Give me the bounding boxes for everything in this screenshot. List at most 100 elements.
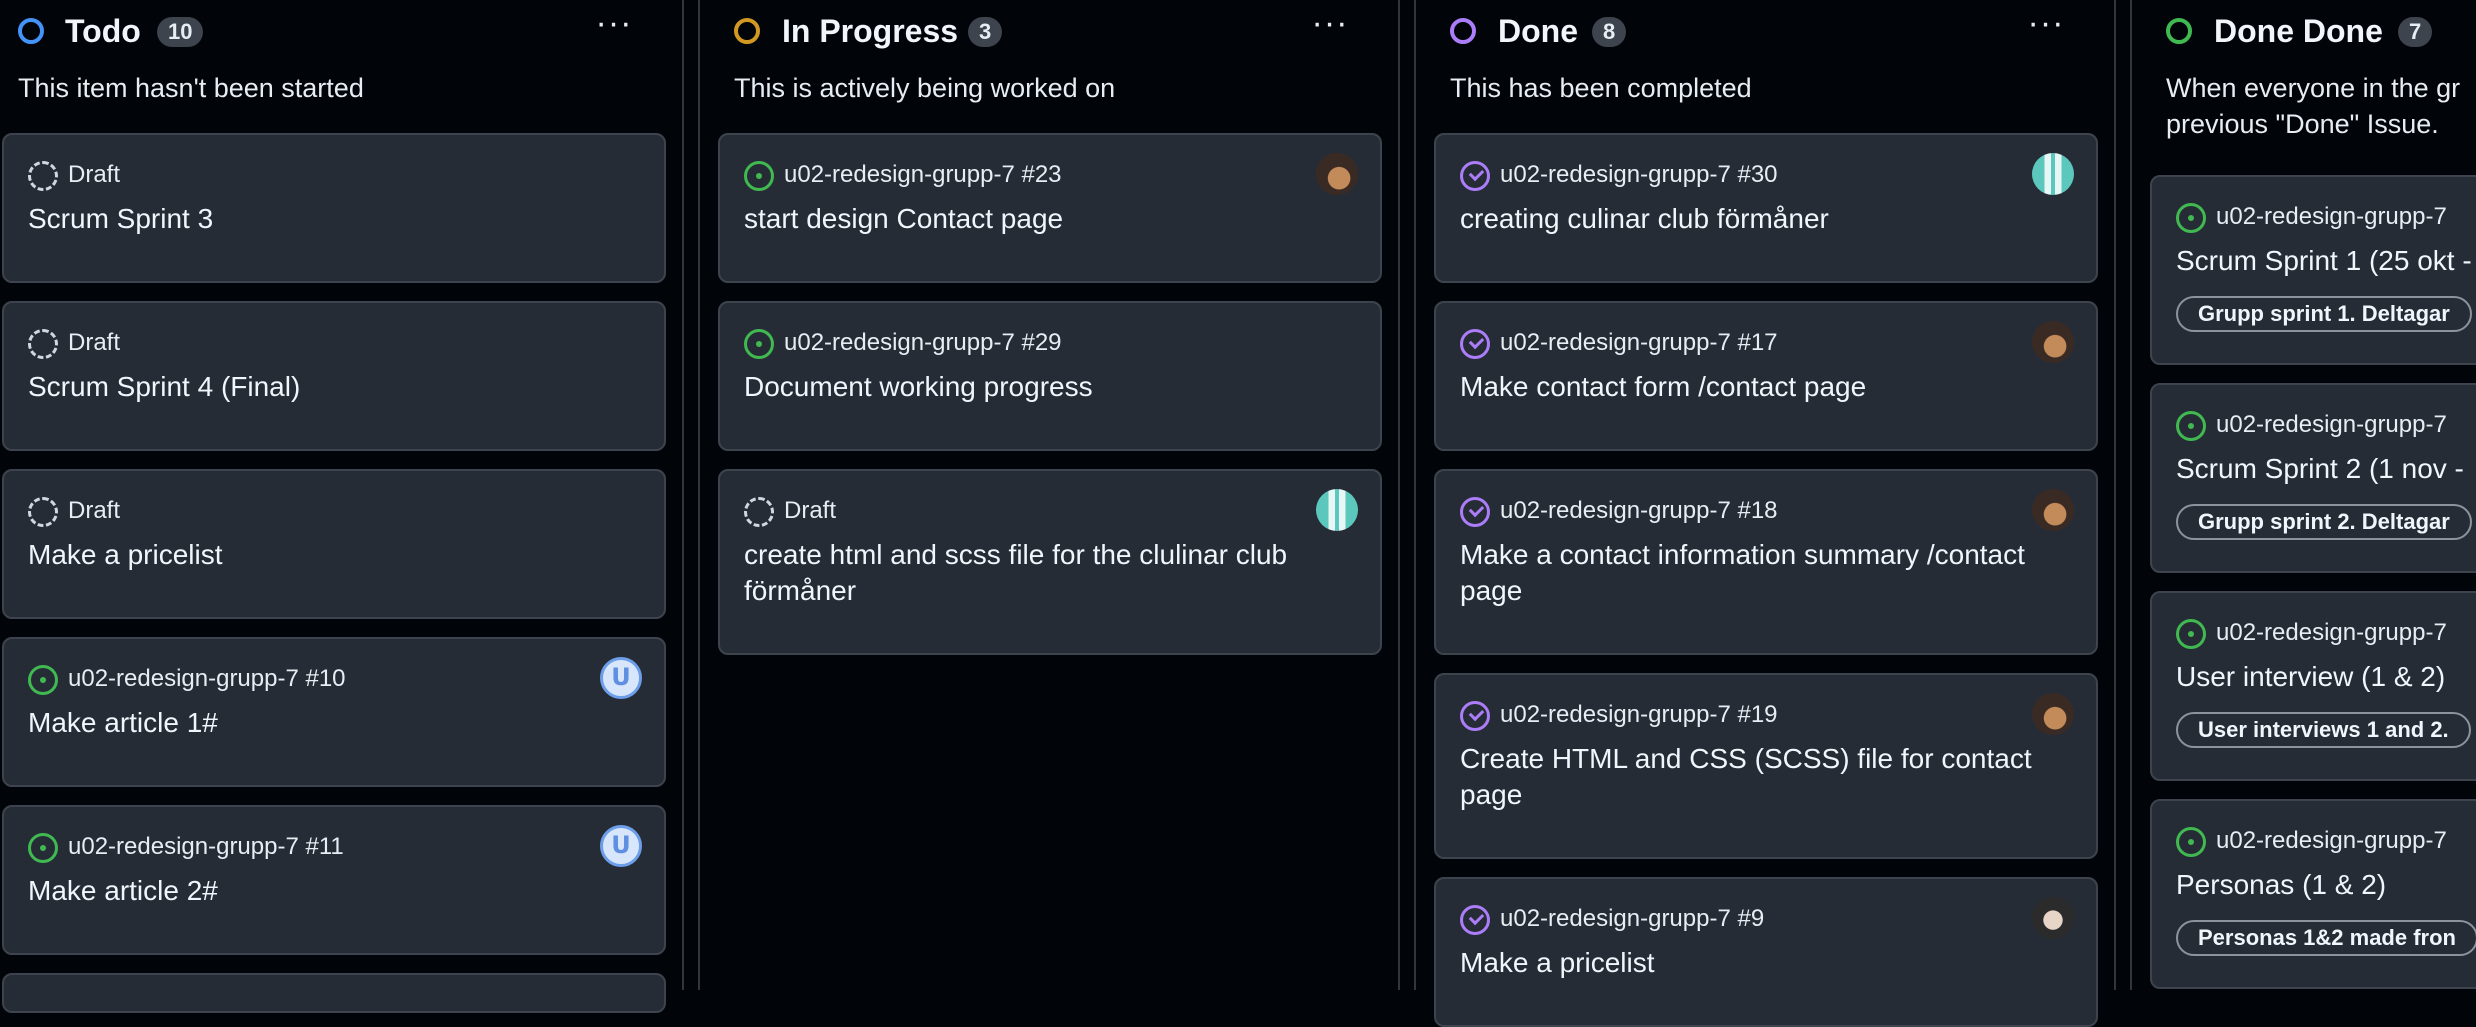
column-todo: Todo 10 ··· This item hasn't been starte…: [0, 0, 680, 1013]
card-meta[interactable]: u02-redesign-grupp-7 #9: [1500, 903, 1764, 935]
card-meta[interactable]: u02-redesign-grupp-7 #30: [1500, 159, 1778, 191]
assignee-avatar[interactable]: [2032, 321, 2074, 363]
column-divider: [2114, 0, 2116, 990]
card[interactable]: u02-redesign-grupp-7 #17 Make contact fo…: [1434, 301, 2098, 451]
card-title[interactable]: Scrum Sprint 4 (Final): [28, 369, 640, 405]
card-title[interactable]: Personas (1 & 2): [2176, 867, 2476, 903]
draft-icon: [744, 497, 774, 527]
card-title[interactable]: Make a contact information summary /cont…: [1460, 537, 2072, 609]
card-label[interactable]: Personas 1&2 made fron: [2176, 920, 2476, 956]
card-title[interactable]: Make a pricelist: [28, 537, 640, 573]
card-meta[interactable]: u02-redesign-grupp-7: [2216, 201, 2447, 233]
card[interactable]: u02-redesign-grupp-7 #23 start design Co…: [718, 133, 1382, 283]
column-description: This item hasn't been started: [18, 73, 364, 103]
item-count-badge: 7: [2398, 17, 2433, 47]
column-title: Todo: [65, 13, 141, 49]
column-header: Todo 10 ···: [0, 0, 680, 70]
item-count-badge: 3: [968, 17, 1003, 47]
column-header: Done 8 ···: [1416, 0, 2112, 70]
card[interactable]: u02-redesign-grupp-7 #9 Make a pricelist: [1434, 877, 2098, 1027]
card-meta[interactable]: u02-redesign-grupp-7 #10: [68, 663, 346, 695]
card-meta[interactable]: u02-redesign-grupp-7 #29: [784, 327, 1062, 359]
column-header: Done Done 7: [2132, 0, 2476, 70]
column-menu-button[interactable]: ···: [2026, 6, 2066, 44]
closed-issue-icon: [1460, 161, 1490, 191]
card-meta[interactable]: u02-redesign-grupp-7: [2216, 825, 2447, 857]
column-header: In Progress 3 ···: [700, 0, 1396, 70]
card[interactable]: [2, 973, 666, 1013]
assignee-avatar[interactable]: [1316, 153, 1358, 195]
status-circle-icon: [1450, 18, 1476, 44]
card-meta: Draft: [784, 497, 837, 524]
draft-icon: [28, 497, 58, 527]
status-circle-icon: [2166, 18, 2192, 44]
card-title[interactable]: Scrum Sprint 3: [28, 201, 640, 237]
card-title[interactable]: Make article 2#: [28, 873, 640, 909]
card[interactable]: u02-redesign-grupp-7 #19 Create HTML and…: [1434, 673, 2098, 859]
card-title[interactable]: Make article 1#: [28, 705, 640, 741]
card-meta[interactable]: u02-redesign-grupp-7 #11: [68, 831, 344, 863]
open-issue-icon: [2176, 619, 2206, 649]
card[interactable]: u02-redesign-grupp-7 Personas (1 & 2) Pe…: [2150, 799, 2476, 989]
card[interactable]: u02-redesign-grupp-7 Scrum Sprint 1 (25 …: [2150, 175, 2476, 365]
card-title[interactable]: start design Contact page: [744, 201, 1356, 237]
card[interactable]: u02-redesign-grupp-7 #11 Make article 2#: [2, 805, 666, 955]
card-title[interactable]: create html and scss file for the clulin…: [744, 537, 1356, 609]
column-description: This is actively being worked on: [734, 73, 1116, 103]
assignee-avatar[interactable]: [2032, 153, 2074, 195]
card[interactable]: u02-redesign-grupp-7 #10 Make article 1#: [2, 637, 666, 787]
card-title[interactable]: Document working progress: [744, 369, 1356, 405]
card-meta[interactable]: u02-redesign-grupp-7 #18: [1500, 495, 1778, 527]
column-description: When everyone in the gr previous "Done" …: [2166, 73, 2461, 139]
card-meta[interactable]: u02-redesign-grupp-7 #17: [1500, 327, 1778, 359]
card[interactable]: Draft Scrum Sprint 4 (Final): [2, 301, 666, 451]
card-meta[interactable]: u02-redesign-grupp-7 #23: [784, 159, 1062, 191]
column-menu-button[interactable]: ···: [1310, 6, 1350, 44]
card[interactable]: u02-redesign-grupp-7 #18 Make a contact …: [1434, 469, 2098, 655]
assignee-avatar[interactable]: [600, 657, 642, 699]
card-meta[interactable]: u02-redesign-grupp-7: [2216, 409, 2447, 441]
open-issue-icon: [2176, 411, 2206, 441]
column-done: Done 8 ··· This has been completed u02-r…: [1416, 0, 2112, 1027]
card-title[interactable]: Make contact form /contact page: [1460, 369, 2072, 405]
card[interactable]: u02-redesign-grupp-7 User interview (1 &…: [2150, 591, 2476, 781]
card[interactable]: Draft Make a pricelist: [2, 469, 666, 619]
card[interactable]: u02-redesign-grupp-7 Scrum Sprint 2 (1 n…: [2150, 383, 2476, 573]
project-board: Todo 10 ··· This item hasn't been starte…: [0, 0, 2476, 1027]
column-menu-button[interactable]: ···: [594, 6, 634, 44]
assignee-avatar[interactable]: [2032, 489, 2074, 531]
card[interactable]: Draft Scrum Sprint 3: [2, 133, 666, 283]
assignee-avatar[interactable]: [2032, 897, 2074, 939]
card-label[interactable]: User interviews 1 and 2.: [2176, 712, 2471, 748]
closed-issue-icon: [1460, 701, 1490, 731]
card-title[interactable]: Make a pricelist: [1460, 945, 2072, 981]
card-title[interactable]: creating culinar club förmåner: [1460, 201, 2072, 237]
open-issue-icon: [2176, 827, 2206, 857]
card-meta[interactable]: u02-redesign-grupp-7: [2216, 617, 2447, 649]
card-meta: Draft: [68, 161, 121, 188]
card-label[interactable]: Grupp sprint 1. Deltagar: [2176, 296, 2472, 332]
closed-issue-icon: [1460, 905, 1490, 935]
card[interactable]: Draft create html and scss file for the …: [718, 469, 1382, 655]
column-done-done: Done Done 7 When everyone in the gr prev…: [2132, 0, 2476, 990]
column-title: In Progress: [782, 13, 959, 49]
item-count-badge: 8: [1592, 17, 1627, 47]
open-issue-icon: [28, 833, 58, 863]
closed-issue-icon: [1460, 497, 1490, 527]
card-meta[interactable]: u02-redesign-grupp-7 #19: [1500, 699, 1778, 731]
card[interactable]: u02-redesign-grupp-7 #30 creating culina…: [1434, 133, 2098, 283]
draft-icon: [28, 329, 58, 359]
card-title[interactable]: Scrum Sprint 2 (1 nov -: [2176, 451, 2476, 487]
card-title[interactable]: User interview (1 & 2): [2176, 659, 2476, 695]
card-meta: Draft: [68, 329, 121, 356]
assignee-avatar[interactable]: [1316, 489, 1358, 531]
column-description: This has been completed: [1450, 73, 1752, 103]
assignee-avatar[interactable]: [600, 825, 642, 867]
column-divider: [682, 0, 684, 990]
card-title[interactable]: Create HTML and CSS (SCSS) file for cont…: [1460, 741, 2072, 813]
card-title[interactable]: Scrum Sprint 1 (25 okt -: [2176, 243, 2476, 279]
column-in-progress: In Progress 3 ··· This is actively being…: [700, 0, 1396, 990]
card[interactable]: u02-redesign-grupp-7 #29 Document workin…: [718, 301, 1382, 451]
assignee-avatar[interactable]: [2032, 693, 2074, 735]
card-label[interactable]: Grupp sprint 2. Deltagar: [2176, 504, 2472, 540]
